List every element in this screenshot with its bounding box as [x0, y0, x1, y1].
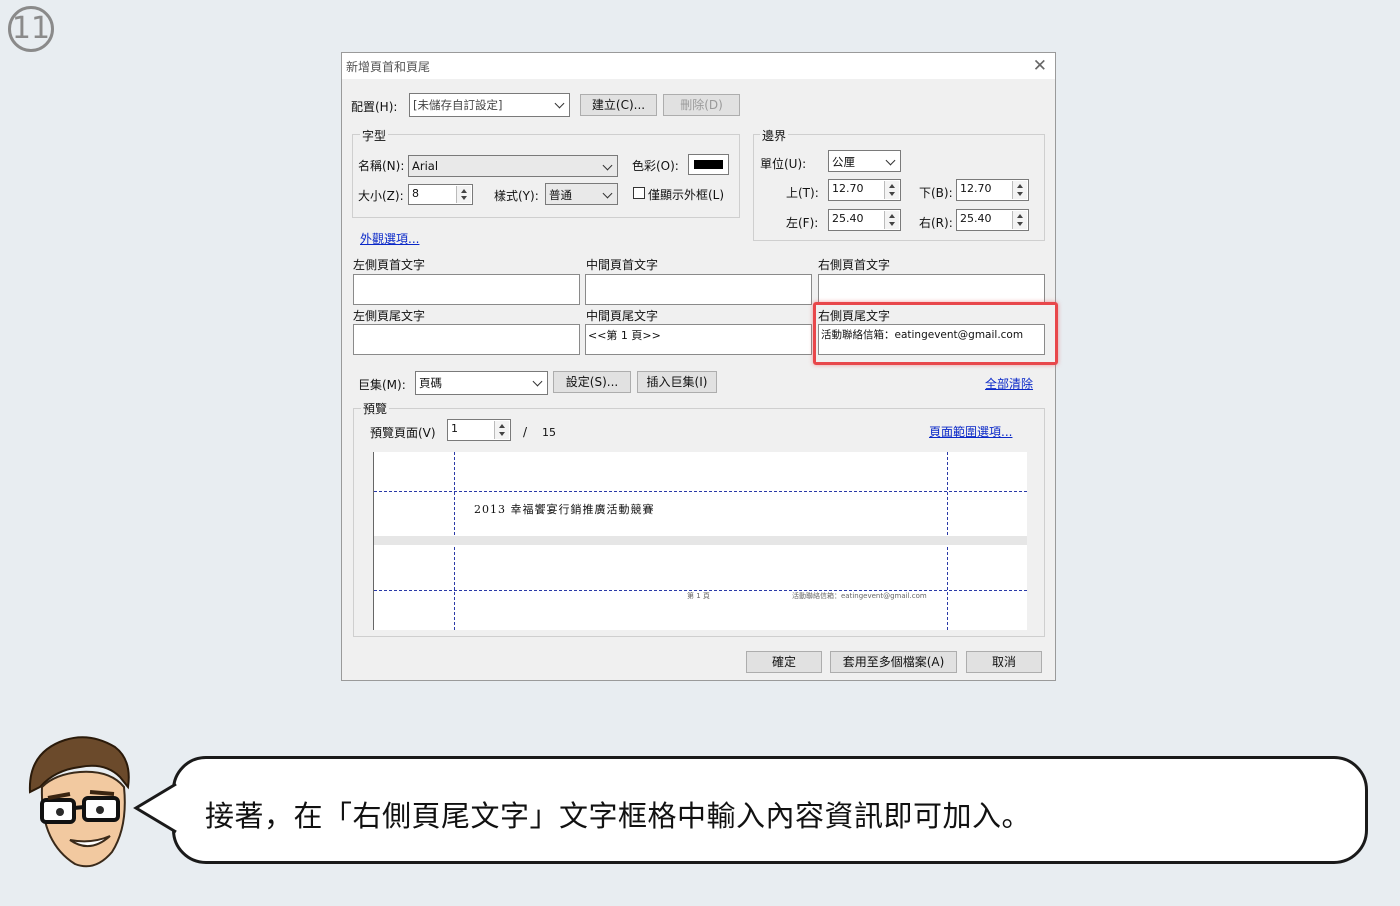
- layout-value: [未儲存自訂設定]: [413, 98, 503, 112]
- margin-bottom-input[interactable]: 12.70: [956, 179, 1029, 201]
- chevron-down-icon: [532, 376, 543, 387]
- preview-footer-center: 第 1 頁: [687, 592, 710, 600]
- outline-checkbox-label: 僅顯示外框(L): [648, 188, 725, 202]
- page-gap: [374, 536, 1027, 545]
- margin-guide-top: [374, 491, 1027, 492]
- outline-checkbox[interactable]: [633, 187, 645, 199]
- margin-top-label: 上(T):: [786, 186, 819, 200]
- font-group-label: 字型: [360, 127, 389, 144]
- instruction-text: 接著，在「右側頁尾文字」文字框格中輸入內容資訊即可加入。: [205, 799, 1032, 833]
- font-name-value: Arial: [412, 159, 439, 173]
- font-color-label: 色彩(O):: [632, 159, 679, 173]
- mascot-avatar: [28, 736, 130, 868]
- step-number-badge: 11: [8, 6, 54, 52]
- appearance-options-link[interactable]: 外觀選項...: [360, 230, 419, 247]
- margin-right-value: 25.40: [960, 212, 992, 225]
- preview-page-input[interactable]: 1: [447, 419, 511, 441]
- cancel-button[interactable]: 取消: [966, 651, 1042, 673]
- margin-left-input[interactable]: 25.40: [828, 209, 901, 231]
- center-header-label: 中間頁首文字: [586, 258, 659, 272]
- apply-multiple-files-button[interactable]: 套用至多個檔案(A): [830, 651, 957, 673]
- unit-value: 公厘: [832, 155, 855, 169]
- unit-select[interactable]: 公厘: [828, 150, 901, 172]
- layout-select[interactable]: [未儲存自訂設定]: [409, 93, 570, 117]
- margin-bottom-value: 12.70: [960, 182, 992, 195]
- page-preview: 2013 幸福饗宴行銷推廣活動競賽 第 1 頁 活動聯絡信箱：eatingeve…: [373, 452, 1027, 630]
- margin-top-value: 12.70: [832, 182, 864, 195]
- dialog-title: 新增頁首和頁尾: [346, 60, 431, 74]
- spinner-arrows-icon[interactable]: [884, 211, 899, 229]
- left-header-label: 左側頁首文字: [353, 258, 426, 272]
- left-header-textbox[interactable]: [353, 274, 580, 305]
- margin-right-input[interactable]: 25.40: [956, 209, 1029, 231]
- center-footer-textbox[interactable]: <<第 1 頁>>: [585, 324, 812, 355]
- color-swatch: [694, 160, 723, 169]
- header-footer-dialog: 新增頁首和頁尾 ✕ 配置(H): [未儲存自訂設定] 建立(C)... 刪除(D…: [341, 52, 1058, 681]
- font-style-label: 樣式(Y):: [494, 189, 539, 203]
- font-name-select[interactable]: Arial: [408, 155, 618, 177]
- right-footer-highlight: [813, 302, 1058, 365]
- margins-group-label: 邊界: [760, 127, 789, 144]
- margin-bottom-label: 下(B):: [919, 186, 953, 200]
- macro-value: 頁碼: [419, 376, 442, 390]
- chevron-down-icon: [885, 155, 896, 166]
- spinner-arrows-icon[interactable]: [456, 186, 471, 203]
- preview-group-label: 預覽: [361, 400, 390, 417]
- chevron-down-icon: [602, 188, 613, 199]
- create-button[interactable]: 建立(C)...: [580, 94, 657, 116]
- spinner-arrows-icon[interactable]: [1012, 181, 1027, 199]
- layout-label: 配置(H):: [351, 100, 398, 114]
- font-size-value: 8: [412, 187, 419, 200]
- center-header-textbox[interactable]: [585, 274, 812, 305]
- font-style-value: 普通: [549, 188, 572, 202]
- macro-select[interactable]: 頁碼: [415, 371, 548, 395]
- spinner-arrows-icon[interactable]: [1012, 211, 1027, 229]
- font-color-button[interactable]: [688, 154, 729, 175]
- margin-left-value: 25.40: [832, 212, 864, 225]
- margin-left-label: 左(F):: [786, 216, 819, 230]
- spinner-arrows-icon[interactable]: [884, 181, 899, 199]
- clear-all-link[interactable]: 全部清除: [985, 375, 1033, 392]
- ok-button[interactable]: 確定: [746, 651, 822, 673]
- left-footer-label: 左側頁尾文字: [353, 309, 426, 323]
- font-size-label: 大小(Z):: [358, 189, 404, 203]
- preview-page-label: 預覽頁面(V): [370, 426, 436, 440]
- dialog-titlebar: 新增頁首和頁尾 ✕: [342, 53, 1055, 79]
- font-name-label: 名稱(N):: [358, 159, 405, 173]
- delete-button[interactable]: 刪除(D): [663, 94, 740, 116]
- margin-right-label: 右(R):: [919, 216, 953, 230]
- chevron-down-icon: [554, 98, 565, 109]
- insert-macro-button[interactable]: 插入巨集(I): [637, 371, 717, 393]
- macro-label: 巨集(M):: [358, 378, 406, 392]
- right-header-textbox[interactable]: [818, 274, 1045, 305]
- speech-bubble-tail: [133, 782, 178, 834]
- spinner-arrows-icon[interactable]: [494, 421, 509, 439]
- macro-settings-button[interactable]: 設定(S)...: [553, 371, 631, 393]
- preview-doc-title: 2013 幸福饗宴行銷推廣活動競賽: [474, 503, 655, 516]
- right-header-label: 右側頁首文字: [818, 258, 891, 272]
- margin-top-input[interactable]: 12.70: [828, 179, 901, 201]
- page-range-options-link[interactable]: 頁面範圍選項...: [929, 423, 1012, 440]
- font-size-input[interactable]: 8: [408, 184, 473, 205]
- page-separator: /: [523, 425, 528, 439]
- preview-footer-right: 活動聯絡信箱：eatingevent@gmail.com: [792, 592, 927, 600]
- font-style-select[interactable]: 普通: [545, 183, 618, 205]
- close-icon[interactable]: ✕: [1033, 56, 1047, 76]
- unit-label: 單位(U):: [760, 157, 807, 171]
- chevron-down-icon: [602, 160, 613, 171]
- total-pages: 15: [542, 426, 556, 439]
- left-footer-textbox[interactable]: [353, 324, 580, 355]
- speech-bubble: 接著，在「右側頁尾文字」文字框格中輸入內容資訊即可加入。: [172, 756, 1368, 864]
- center-footer-label: 中間頁尾文字: [586, 309, 659, 323]
- preview-page-value: 1: [451, 422, 458, 435]
